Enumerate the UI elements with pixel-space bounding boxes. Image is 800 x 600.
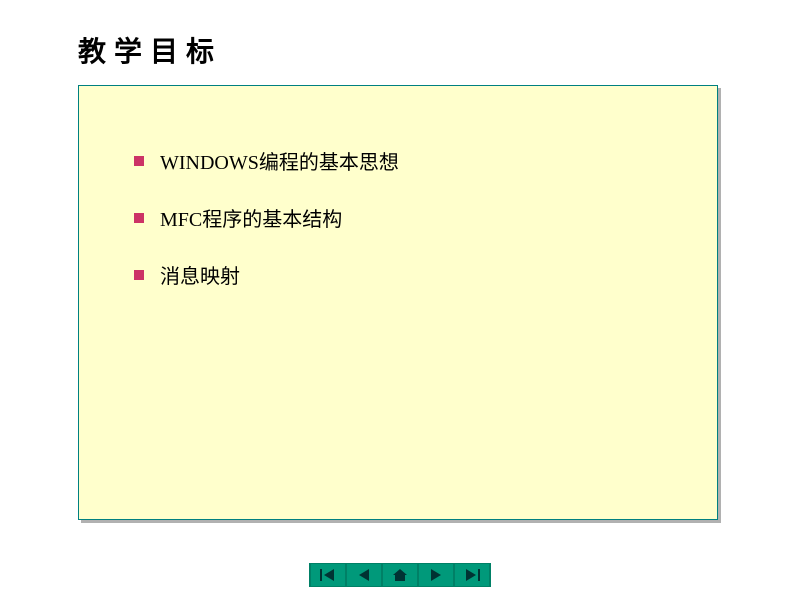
bullet-icon: [134, 156, 144, 166]
next-button[interactable]: [419, 564, 453, 586]
bullet-icon: [134, 270, 144, 280]
prev-button[interactable]: [347, 564, 381, 586]
bullet-text: WINDOWS编程的基本思想: [160, 146, 399, 175]
first-icon: [320, 569, 336, 581]
home-icon: [393, 569, 407, 581]
last-icon: [464, 569, 480, 581]
bullet-text: MFC程序的基本结构: [160, 203, 342, 232]
list-item: WINDOWS编程的基本思想: [134, 146, 677, 175]
content-panel: WINDOWS编程的基本思想 MFC程序的基本结构 消息映射: [78, 85, 718, 520]
home-button[interactable]: [383, 564, 417, 586]
bullet-text: 消息映射: [160, 260, 240, 289]
bullet-icon: [134, 213, 144, 223]
bullet-list: WINDOWS编程的基本思想 MFC程序的基本结构 消息映射: [79, 86, 717, 357]
next-icon: [429, 569, 443, 581]
list-item: MFC程序的基本结构: [134, 203, 677, 232]
list-item: 消息映射: [134, 260, 677, 289]
navigation-bar: [309, 563, 491, 587]
last-button[interactable]: [455, 564, 489, 586]
prev-icon: [357, 569, 371, 581]
first-button[interactable]: [311, 564, 345, 586]
slide-title: 教学目标: [78, 30, 222, 70]
